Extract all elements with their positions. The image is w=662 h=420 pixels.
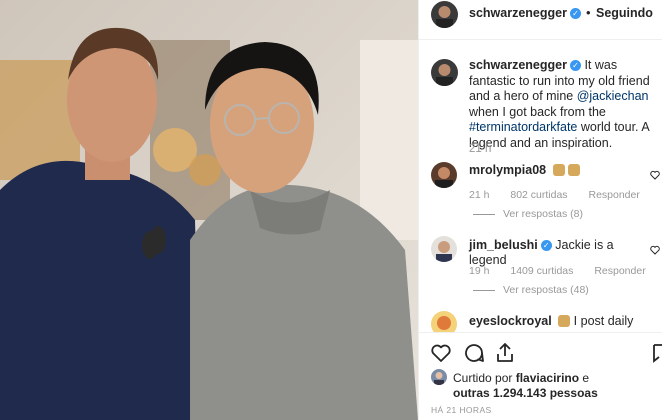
comment-like-icon[interactable] <box>650 245 660 255</box>
heart-icon[interactable] <box>429 341 453 365</box>
following-button[interactable]: Seguindo <box>596 6 653 20</box>
comment-icon[interactable] <box>462 341 486 365</box>
post-caption: schwarzenegger ✓ It was fantastic to run … <box>469 58 659 151</box>
view-replies[interactable]: Ver respostas (8) <box>473 208 583 220</box>
comment-username[interactable]: eyeslockroyal <box>469 314 552 328</box>
share-icon[interactable] <box>493 341 517 365</box>
view-replies-label[interactable]: Ver respostas (48) <box>503 284 589 296</box>
comment-time[interactable]: 21 h <box>469 189 489 201</box>
emoji-icon <box>567 164 580 176</box>
commenter-avatar[interactable] <box>431 162 457 188</box>
comment: jim_belushi ✓ Jackie is a legend <box>469 238 649 268</box>
posted-time[interactable]: HÁ 21 HORAS <box>431 405 492 415</box>
hashtag-link[interactable]: #terminatordarkfate <box>469 120 577 134</box>
caption-username[interactable]: schwarzenegger ✓ <box>469 58 581 72</box>
comment-like-icon[interactable] <box>650 170 660 180</box>
liked-by-prefix: Curtido por <box>453 371 513 385</box>
author-username[interactable]: schwarzenegger ✓ <box>469 6 581 20</box>
comment-username[interactable]: jim_belushi ✓ <box>469 238 552 252</box>
mention-link[interactable]: @jackiechan <box>577 89 649 103</box>
comment: mrolympia08 <box>469 163 649 178</box>
verified-icon: ✓ <box>540 240 552 252</box>
caption-text: when I got back from the <box>469 104 606 119</box>
emoji-icon <box>552 164 565 176</box>
separator-dot: • <box>586 5 591 20</box>
author-avatar[interactable] <box>431 1 458 28</box>
commenter-avatar[interactable] <box>431 236 457 262</box>
post-side-panel: schwarzenegger ✓ • Seguindo schwarzenegge… <box>418 0 662 420</box>
replies-line <box>473 289 495 291</box>
post-header: schwarzenegger ✓ • Seguindo <box>419 0 662 40</box>
verified-icon: ✓ <box>569 8 581 20</box>
comment-username[interactable]: mrolympia08 <box>469 163 546 177</box>
liker-avatar[interactable] <box>431 369 447 385</box>
view-replies-label[interactable]: Ver respostas (8) <box>503 208 583 220</box>
reply-button[interactable]: Responder <box>588 189 639 201</box>
comment-text: I post daily <box>573 314 634 328</box>
comment-likes[interactable]: 802 curtidas <box>510 189 567 201</box>
liked-by-summary: Curtido por flaviacirino e outras 1.294.… <box>453 371 658 401</box>
photo-illustration <box>0 0 418 420</box>
verified-icon: ✓ <box>569 60 581 72</box>
caption-avatar[interactable] <box>431 59 458 86</box>
emoji-icon <box>558 315 571 327</box>
comment: eyeslockroyal I post daily <box>469 314 649 329</box>
liked-by-connector: e <box>582 371 590 385</box>
reply-button[interactable]: Responder <box>594 265 645 277</box>
view-replies[interactable]: Ver respostas (48) <box>473 284 589 296</box>
liked-by-others[interactable]: outras 1.294.143 pessoas <box>453 386 598 400</box>
replies-line <box>473 213 495 215</box>
comment-meta: 21 h 802 curtidas Responder <box>469 189 640 201</box>
bookmark-icon[interactable] <box>653 341 662 365</box>
comment-likes[interactable]: 1409 curtidas <box>510 265 573 277</box>
action-bar: Curtido por flaviacirino e outras 1.294.… <box>419 332 662 420</box>
post-photo[interactable] <box>0 0 418 420</box>
comment-meta: 19 h 1409 curtidas Responder <box>469 265 646 277</box>
comment-time[interactable]: 19 h <box>469 265 489 277</box>
liked-by-user[interactable]: flaviacirino <box>516 371 579 385</box>
caption-time[interactable]: 21 h <box>469 143 491 155</box>
